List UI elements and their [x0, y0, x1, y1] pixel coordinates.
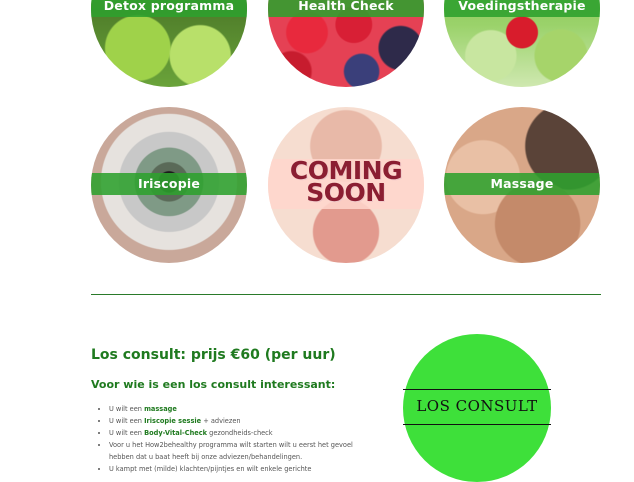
list-item: U wilt een Iriscopie sessie + adviezen [109, 415, 359, 427]
health-check-label: Health Check [268, 0, 424, 17]
consult-list: U wilt een massage U wilt een Iriscopie … [100, 403, 359, 475]
list-item: Voor u het How2behealthy programma wilt … [109, 439, 359, 463]
coming-soon-image[interactable]: COMING SOON [268, 107, 424, 263]
coming-soon-text: COMING SOON [268, 158, 424, 207]
list-item: U kampt met (milde) klachten/pijntjes en… [109, 463, 359, 475]
section-divider [91, 294, 601, 295]
badge-line-bottom [403, 424, 551, 425]
consult-title: Los consult: prijs €60 (per uur) [91, 347, 336, 363]
iriscopie-image[interactable]: Iriscopie [91, 107, 247, 263]
badge-line-top [403, 389, 551, 390]
massage-label: Massage [444, 173, 600, 195]
iriscopie-label: Iriscopie [91, 173, 247, 195]
consult-subtitle: Voor wie is een los consult interessant: [91, 378, 336, 391]
badge-label: LOS CONSULT [416, 397, 538, 415]
health-check-image[interactable]: Health Check [268, 0, 424, 87]
list-item: U wilt een Body-Vital-Check gezondheids-… [109, 427, 359, 439]
coming-soon-line2: SOON [306, 178, 386, 207]
massage-image[interactable]: Massage [444, 107, 600, 263]
detox-programma-image[interactable]: Detox programma [91, 0, 247, 87]
voedingstherapie-image[interactable]: Voedingstherapie [444, 0, 600, 87]
voedingstherapie-label: Voedingstherapie [444, 0, 600, 17]
los-consult-badge: LOS CONSULT [403, 334, 551, 482]
detox-programma-label: Detox programma [91, 0, 247, 17]
list-item: U wilt een massage [109, 403, 359, 415]
